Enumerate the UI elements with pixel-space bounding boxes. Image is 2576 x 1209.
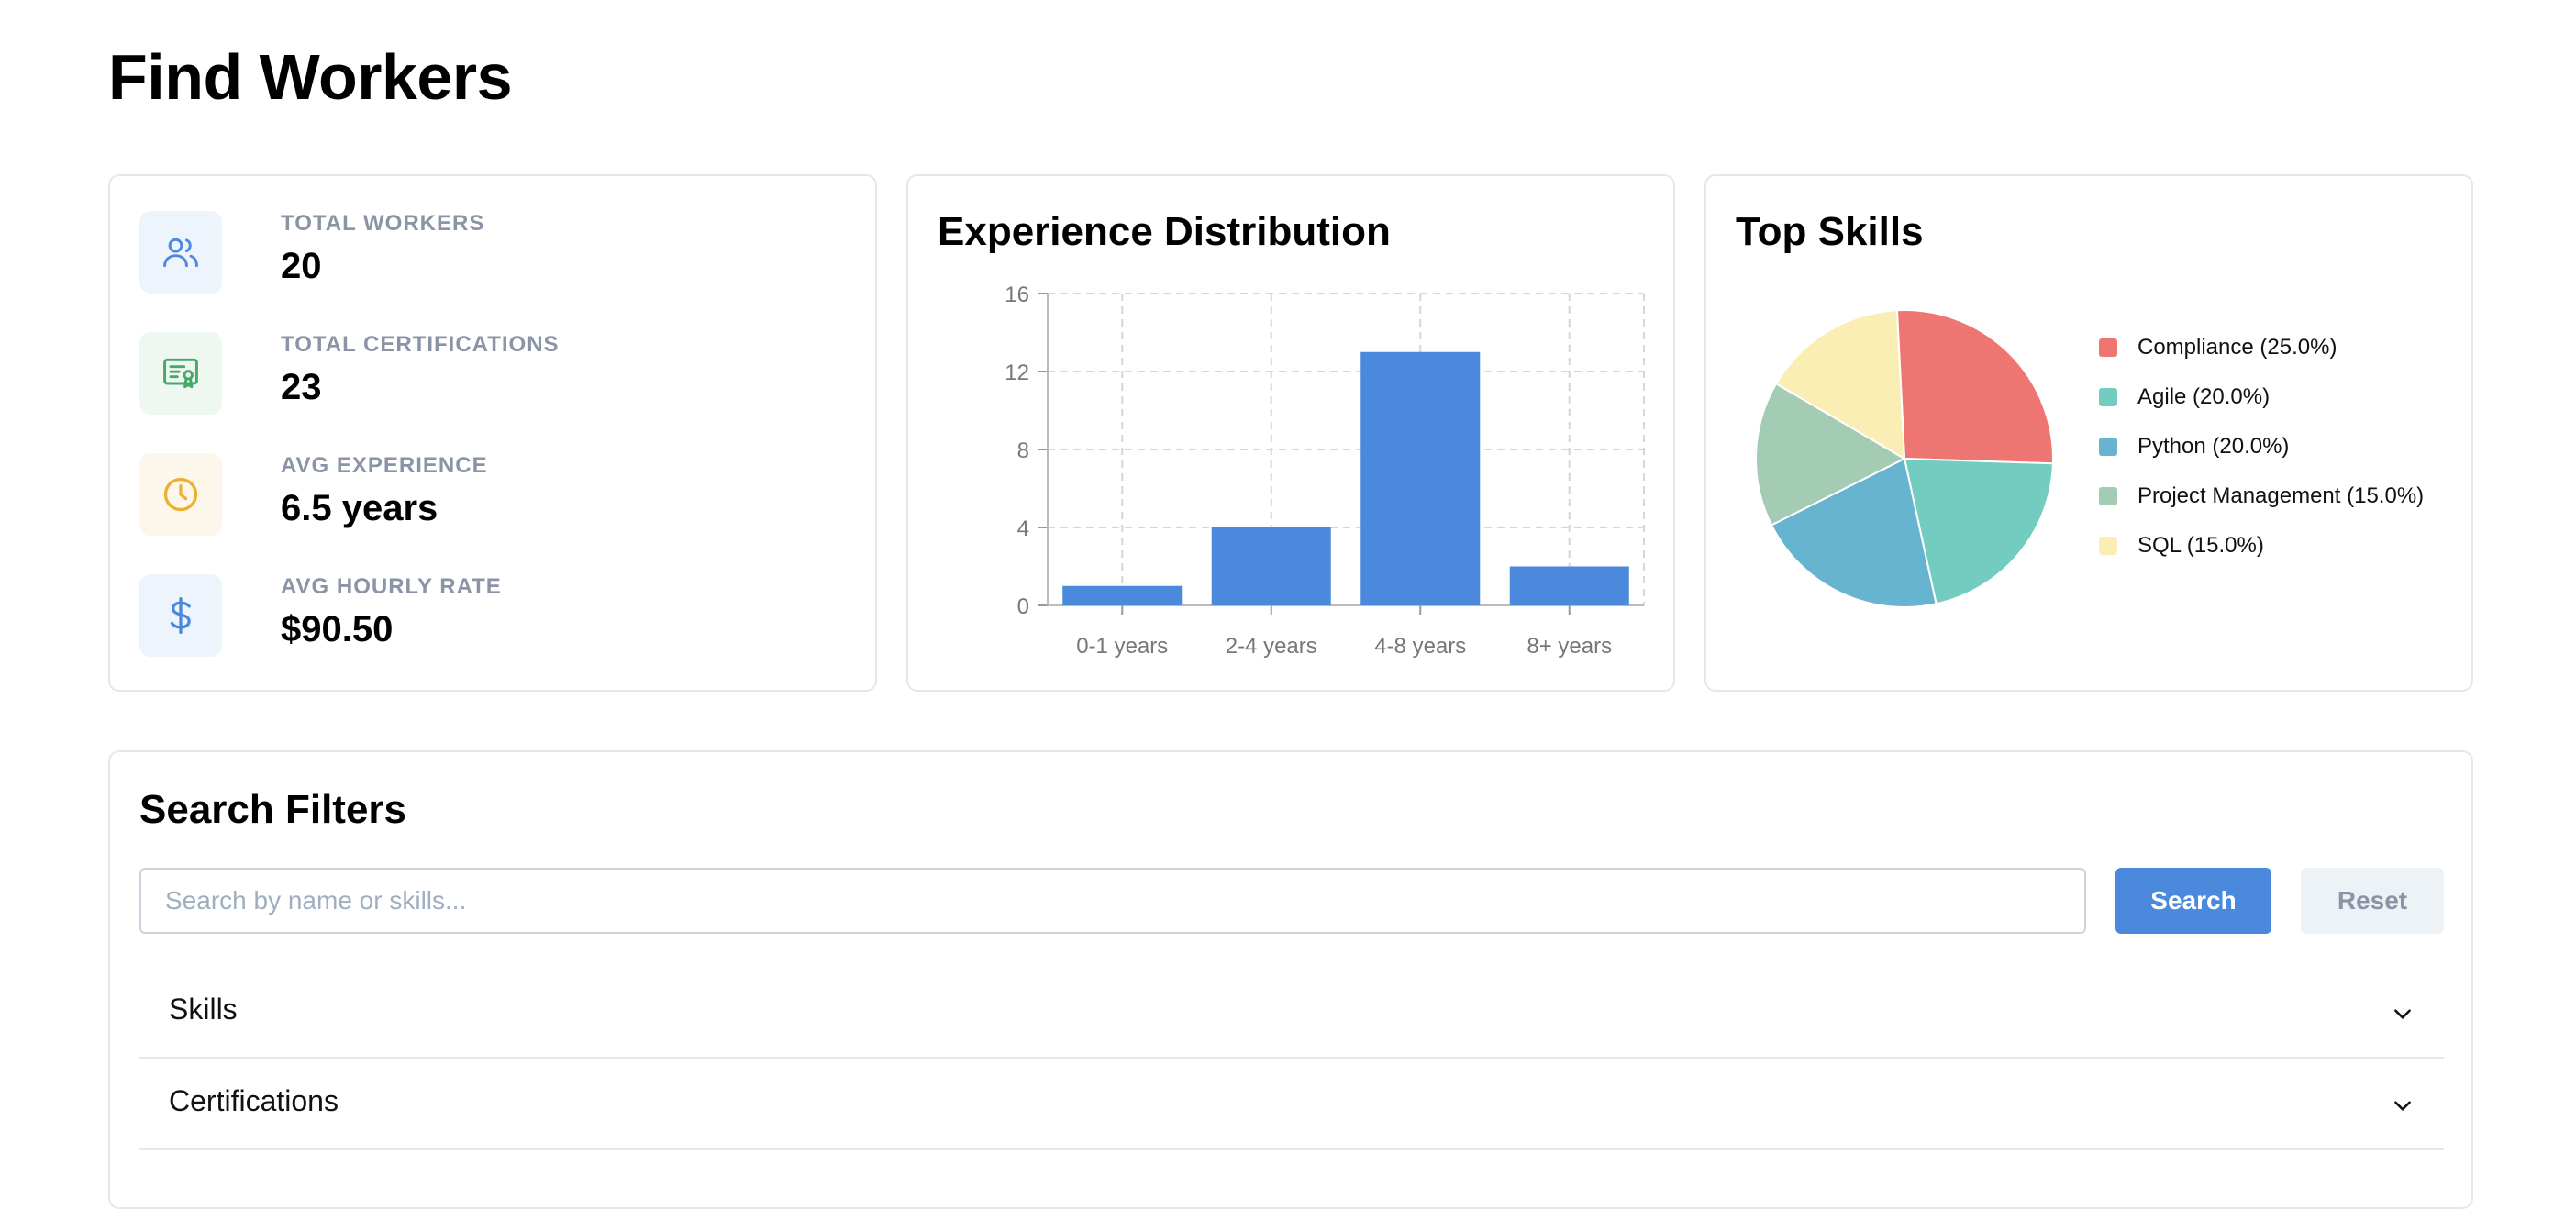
stat-value: 23 xyxy=(281,367,322,407)
legend-swatch xyxy=(2099,537,2117,555)
legend-item: Agile (20.0%) xyxy=(2099,372,2424,422)
stat-value: 6.5 years xyxy=(281,488,439,528)
certificate-icon-box xyxy=(139,332,222,415)
search-input[interactable] xyxy=(139,868,2086,934)
experience-bar-chart: 0 4 8 12 16 0-1 years 2-4 years 4-8 years 8+ yea… xyxy=(1005,283,1645,659)
chart-legend: Compliance (25.0%) Agile (20.0%) Python … xyxy=(2099,323,2424,571)
users-icon xyxy=(163,238,198,268)
bar xyxy=(1360,351,1481,605)
legend-item: Project Management (15.0%) xyxy=(2099,471,2424,521)
bar xyxy=(1509,566,1629,605)
top-skills-card: Top Skills Compliance (25.0%) Agile (20.… xyxy=(1704,174,2473,692)
bar xyxy=(1062,585,1183,605)
legend-label: Compliance (25.0%) xyxy=(2137,335,2337,360)
legend-item: Compliance (25.0%) xyxy=(2099,323,2424,372)
search-button[interactable]: Search xyxy=(2115,868,2271,934)
stat-label: Avg Hourly Rate xyxy=(281,574,502,599)
certificate-icon xyxy=(163,358,198,389)
chevron-down-icon xyxy=(2394,1101,2411,1111)
stat-total-workers: Total Workers 20 xyxy=(139,211,837,294)
stat-value: 20 xyxy=(281,246,322,286)
dollar-icon xyxy=(170,597,191,634)
y-tick-label: 16 xyxy=(1005,283,1029,307)
x-tick-label: 8+ years xyxy=(1527,634,1612,659)
users-icon-box xyxy=(139,211,222,294)
legend-swatch xyxy=(2099,338,2117,357)
clock-icon xyxy=(163,477,198,512)
accordion-certifications[interactable]: Certifications xyxy=(139,1060,2444,1150)
reset-button[interactable]: Reset xyxy=(2301,868,2444,934)
accordion-label: Skills xyxy=(169,993,238,1026)
experience-distribution-card: Experience Distribution 0 4 8 12 16 0-1 years… xyxy=(906,174,1675,692)
legend-item: SQL (15.0%) xyxy=(2099,521,2424,571)
stat-total-certifications: Total Certifications 23 xyxy=(139,332,837,415)
stat-label: Total Workers xyxy=(281,211,485,236)
dollar-icon-box xyxy=(139,574,222,657)
legend-label: Project Management (15.0%) xyxy=(2137,483,2425,508)
accordion-skills[interactable]: Skills xyxy=(139,969,2444,1059)
legend-swatch xyxy=(2099,487,2117,505)
pie-slice xyxy=(1895,309,2054,465)
search-filters-card: Search Filters Search Reset Skills Certi… xyxy=(108,750,2473,1209)
legend-label: Python (20.0%) xyxy=(2137,434,2290,459)
legend-item: Python (20.0%) xyxy=(2099,422,2424,471)
legend-label: SQL (15.0%) xyxy=(2137,533,2264,558)
stat-label: Avg Experience xyxy=(281,453,488,478)
legend-label: Agile (20.0%) xyxy=(2137,384,2271,409)
page-title: Find Workers xyxy=(108,41,513,113)
accordion-label: Certifications xyxy=(169,1084,339,1117)
x-tick-label: 2-4 years xyxy=(1226,634,1317,659)
stat-value: $90.50 xyxy=(281,609,394,649)
legend-swatch xyxy=(2099,438,2117,456)
clock-icon-box xyxy=(139,453,222,536)
bar xyxy=(1211,527,1331,605)
y-tick-label: 8 xyxy=(1017,438,1029,463)
x-tick-label: 4-8 years xyxy=(1374,634,1466,659)
stat-label: Total Certifications xyxy=(281,332,560,357)
card-title: Search Filters xyxy=(139,787,407,832)
stats-card: Total Workers 20 Total Certifications 23… xyxy=(108,174,877,692)
x-tick-label: 0-1 years xyxy=(1076,634,1168,659)
stat-avg-hourly-rate: Avg Hourly Rate $90.50 xyxy=(139,574,837,657)
y-tick-label: 4 xyxy=(1017,516,1029,541)
y-tick-label: 0 xyxy=(1017,594,1029,619)
chevron-down-icon xyxy=(2394,1009,2411,1019)
legend-swatch xyxy=(2099,388,2117,406)
stat-avg-experience: Avg Experience 6.5 years xyxy=(139,453,837,536)
y-tick-label: 12 xyxy=(1005,360,1029,385)
